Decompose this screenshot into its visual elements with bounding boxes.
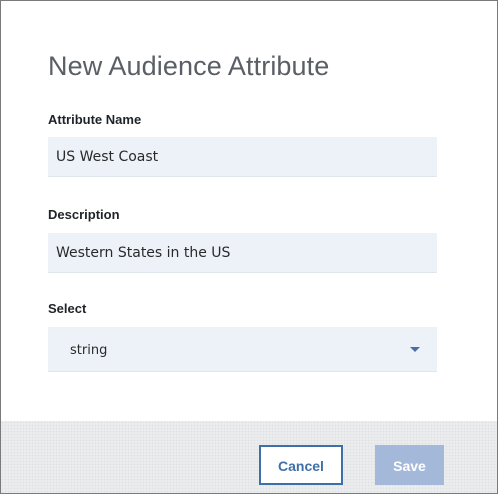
attribute-name-input[interactable]: US West Coast <box>48 137 437 177</box>
new-audience-attribute-dialog: New Audience Attribute Attribute Name US… <box>0 0 498 494</box>
description-input[interactable]: Western States in the US <box>48 233 437 273</box>
description-label: Description <box>48 207 120 222</box>
attribute-name-label: Attribute Name <box>48 112 142 127</box>
dialog-title: New Audience Attribute <box>48 51 330 81</box>
select-value: string <box>70 343 108 358</box>
cancel-button[interactable]: Cancel <box>259 445 343 485</box>
save-button[interactable]: Save <box>375 445 444 485</box>
chevron-down-icon <box>410 347 420 352</box>
select-label: Select <box>48 301 87 316</box>
dialog-body: New Audience Attribute Attribute Name US… <box>1 1 497 421</box>
dialog-footer: Cancel Save <box>1 421 497 493</box>
type-select-dropdown[interactable]: string <box>48 327 437 372</box>
